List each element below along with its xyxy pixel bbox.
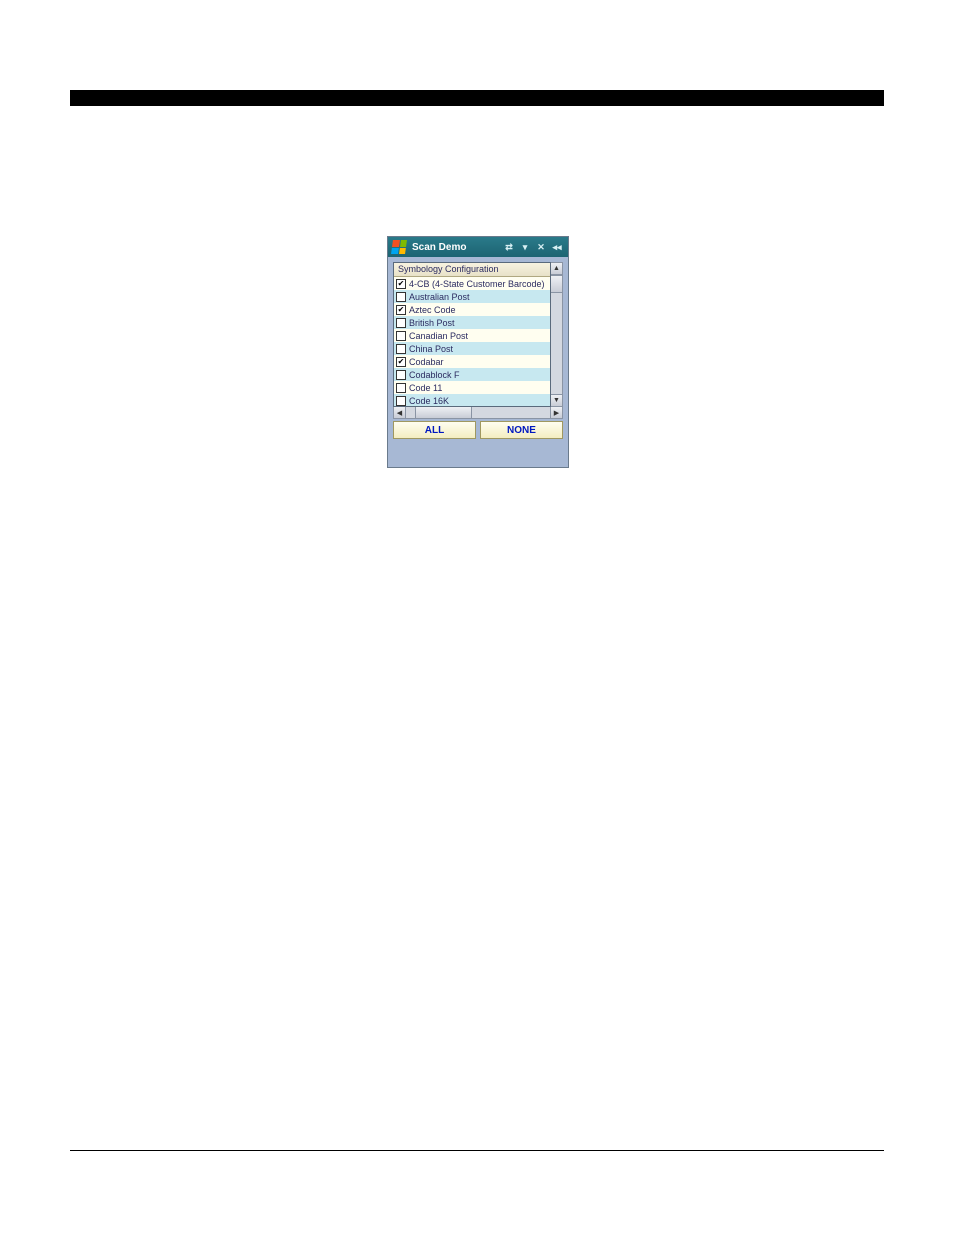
list-item-label: British Post — [409, 318, 455, 328]
list-item[interactable]: Australian Post — [394, 290, 550, 303]
list-header[interactable]: Symbology Configuration — [394, 263, 550, 277]
scan-demo-window: Scan Demo ⇄ ▾ ✕ ◂◂ Symbology Configurati… — [387, 236, 569, 468]
horizontal-scrollbar[interactable]: ◀ ▶ — [393, 407, 563, 419]
checkbox[interactable] — [396, 344, 406, 354]
hscroll-thumb[interactable] — [415, 407, 473, 418]
list-item-label: Australian Post — [409, 292, 470, 302]
window-title: Scan Demo — [412, 242, 466, 253]
checkbox[interactable] — [396, 331, 406, 341]
checkbox[interactable] — [396, 383, 406, 393]
list-item[interactable]: China Post — [394, 342, 550, 355]
page-top-divider — [70, 90, 884, 106]
list-item[interactable]: British Post — [394, 316, 550, 329]
list-item-label: China Post — [409, 344, 453, 354]
list-item-label: Code 11 — [409, 383, 442, 393]
list-item-label: Aztec Code — [409, 305, 456, 315]
checkbox[interactable]: ✔ — [396, 357, 406, 367]
antenna-icon[interactable]: ✕ — [534, 240, 548, 254]
hscroll-track[interactable] — [406, 407, 550, 418]
content-area: Symbology Configuration ✔ 4-CB (4-State … — [388, 257, 568, 439]
list-item[interactable]: Code 16K — [394, 394, 550, 407]
all-button[interactable]: ALL — [393, 421, 476, 439]
signal-icon[interactable]: ▾ — [518, 240, 532, 254]
list-item-label: Code 16K — [409, 396, 449, 406]
symbology-list[interactable]: Symbology Configuration ✔ 4-CB (4-State … — [393, 262, 551, 407]
scroll-left-button[interactable]: ◀ — [394, 407, 406, 418]
list-item[interactable]: ✔ Aztec Code — [394, 303, 550, 316]
list-item[interactable]: Codablock F — [394, 368, 550, 381]
scroll-right-button[interactable]: ▶ — [550, 407, 562, 418]
list-item-label: Codabar — [409, 357, 444, 367]
checkbox[interactable] — [396, 292, 406, 302]
list-item[interactable]: Code 11 — [394, 381, 550, 394]
windows-logo-icon — [391, 240, 407, 254]
checkbox[interactable] — [396, 318, 406, 328]
checkbox[interactable]: ✔ — [396, 305, 406, 315]
checkbox[interactable]: ✔ — [396, 279, 406, 289]
vertical-scrollbar[interactable]: ▲ ▼ — [551, 262, 563, 407]
all-none-row: ALL NONE — [393, 421, 563, 439]
scroll-up-button[interactable]: ▲ — [551, 263, 562, 275]
connectivity-icon[interactable]: ⇄ — [502, 240, 516, 254]
none-button[interactable]: NONE — [480, 421, 563, 439]
window-titlebar: Scan Demo ⇄ ▾ ✕ ◂◂ — [388, 237, 568, 257]
page-bottom-line — [70, 1150, 884, 1151]
list-item[interactable]: ✔ 4-CB (4-State Customer Barcode) — [394, 277, 550, 290]
list-item-label: 4-CB (4-State Customer Barcode) — [409, 279, 545, 289]
checkbox[interactable] — [396, 396, 406, 406]
list-item[interactable]: ✔ Codabar — [394, 355, 550, 368]
checkbox[interactable] — [396, 370, 406, 380]
volume-icon[interactable]: ◂◂ — [550, 240, 564, 254]
vscroll-track[interactable] — [551, 275, 562, 394]
list-item-label: Codablock F — [409, 370, 460, 380]
list-item-label: Canadian Post — [409, 331, 468, 341]
vscroll-thumb[interactable] — [551, 275, 562, 293]
symbology-list-container: Symbology Configuration ✔ 4-CB (4-State … — [393, 262, 563, 407]
scroll-down-button[interactable]: ▼ — [551, 394, 562, 406]
list-item[interactable]: Canadian Post — [394, 329, 550, 342]
